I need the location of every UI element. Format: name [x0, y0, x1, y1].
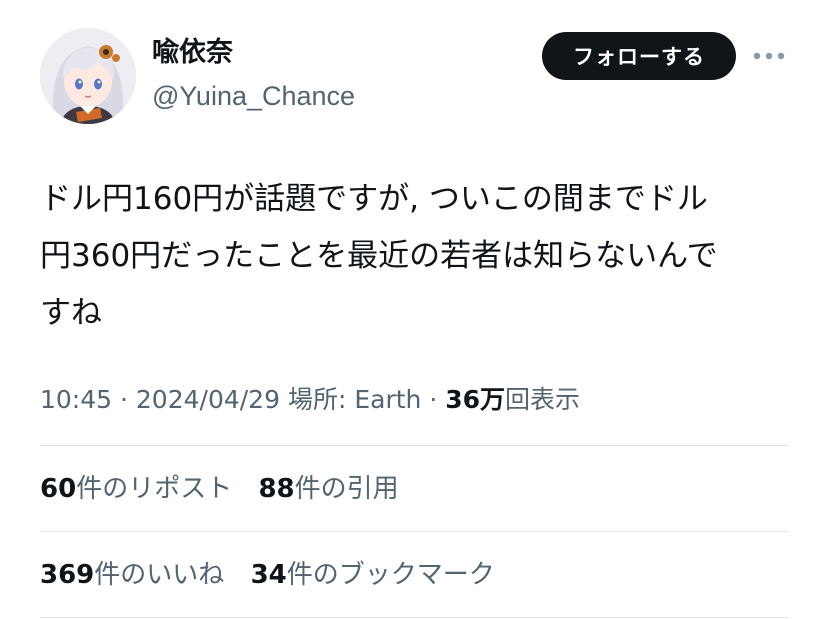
reposts-stat[interactable]: 60件のリポスト — [40, 469, 232, 509]
tweet-header: 喩依奈 @Yuina_Chance フォローする — [40, 28, 800, 128]
quotes-count: 88 — [258, 474, 295, 504]
reposts-label: 件のリポスト — [76, 474, 233, 504]
avatar-image — [40, 28, 136, 124]
tweet-text-line: 円360円だったことを最近の若者は知らないんで — [40, 238, 718, 274]
meta-separator: · — [429, 385, 438, 414]
meta-separator: · — [120, 385, 128, 414]
avatar[interactable] — [40, 28, 136, 124]
stats-row-likes: 369件のいいね 34件のブックマーク — [40, 555, 513, 595]
bookmarks-label: 件のブックマーク — [286, 560, 495, 590]
quotes-stat[interactable]: 88件の引用 — [258, 469, 398, 509]
user-handle[interactable]: @Yuina_Chance — [152, 79, 355, 113]
tweet-location: 場所: Earth — [287, 385, 422, 414]
tweet-meta: 10:45 · 2024/04/29 場所: Earth · 36万回表示 — [40, 380, 580, 420]
tweet-text-line: ドル円160円が話題ですが, ついこの間までドル — [40, 181, 708, 217]
views-count[interactable]: 36万 — [445, 385, 505, 414]
divider — [40, 445, 788, 446]
bookmarks-stat[interactable]: 34件のブックマーク — [251, 555, 495, 595]
likes-count: 369 — [40, 560, 95, 590]
stats-row-reposts: 60件のリポスト 88件の引用 — [40, 469, 417, 509]
display-name[interactable]: 喩依奈 — [152, 36, 355, 70]
bookmarks-count: 34 — [250, 560, 287, 590]
user-info: 喩依奈 @Yuina_Chance — [152, 36, 355, 113]
likes-stat[interactable]: 369件のいいね — [40, 555, 224, 595]
tweet-text: ドル円160円が話題ですが, ついこの間までドル 円360円だったことを最近の若者… — [40, 171, 790, 342]
follow-button[interactable]: フォローする — [542, 32, 736, 80]
divider — [40, 531, 788, 532]
tweet-date[interactable]: 2024/04/29 — [136, 385, 280, 414]
reposts-count: 60 — [40, 474, 77, 504]
likes-label: 件のいいね — [94, 560, 225, 590]
quotes-label: 件の引用 — [294, 474, 399, 504]
tweet-time[interactable]: 10:45 — [40, 385, 112, 414]
views-label: 回表示 — [505, 385, 581, 414]
ellipsis-icon[interactable] — [752, 46, 786, 66]
divider — [40, 617, 788, 618]
tweet-text-line: すね — [40, 295, 102, 331]
